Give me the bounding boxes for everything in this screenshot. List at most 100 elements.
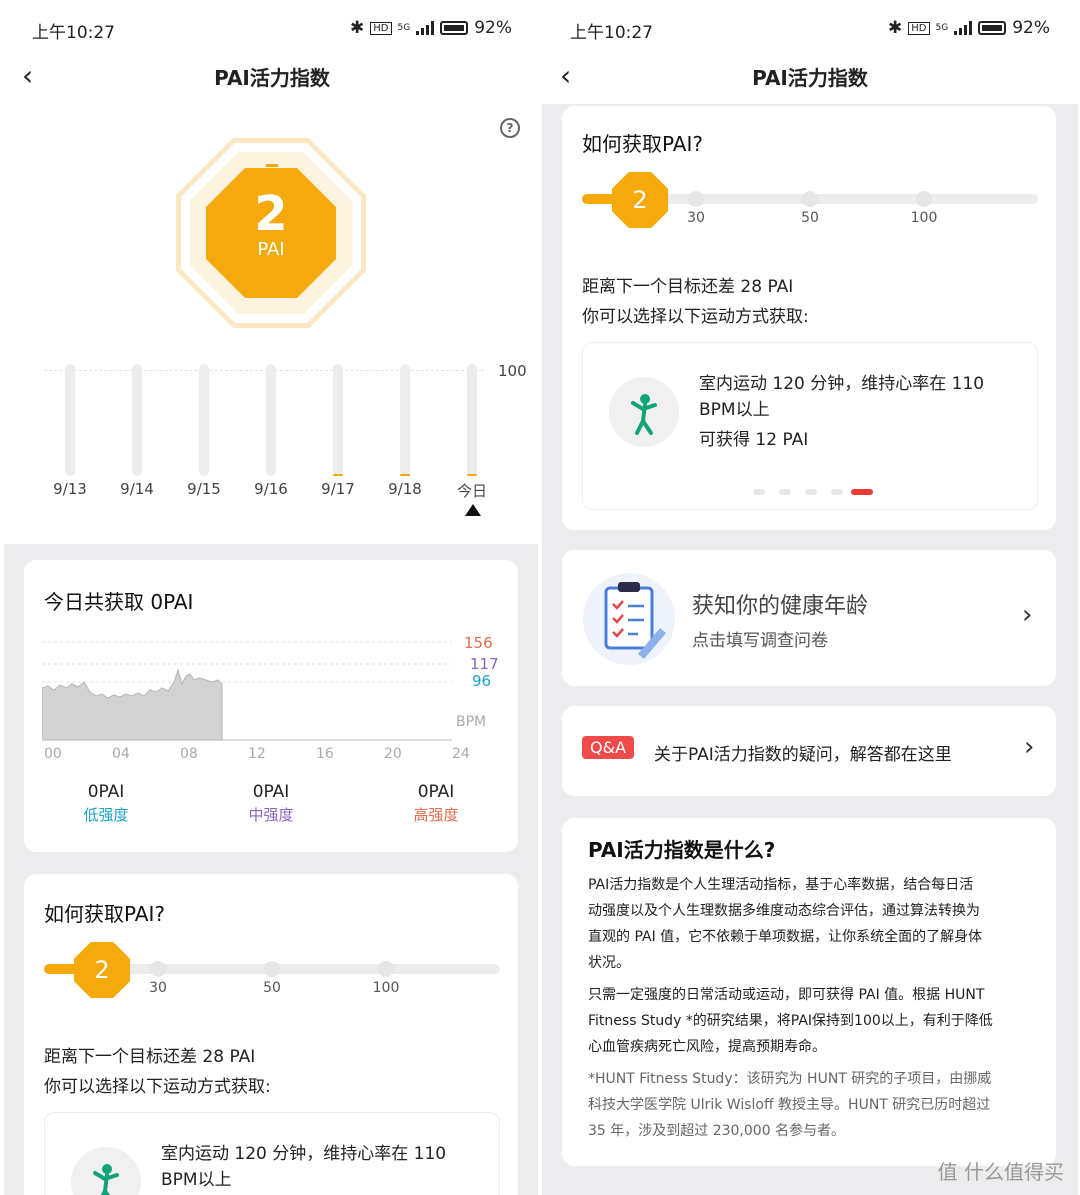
nav-bar: ‹ PAI活力指数 (4, 56, 540, 104)
status-bar: 上午10:27 ✱ HD 5G 92% (542, 0, 1078, 56)
day-bar[interactable] (132, 364, 142, 476)
what-footnote: *HUNT Fitness Study：该研究为 HUNT 研究的子项目，由挪威… (588, 1071, 992, 1139)
goal-gap-text: 距离下一个目标还差 28 PAI (44, 1047, 256, 1067)
day-label: 今日 (456, 482, 487, 500)
bpm-label: BPM (456, 714, 487, 730)
score-marker (266, 164, 278, 167)
chart-max-label: 100 (498, 362, 527, 380)
heart-rate-chart (42, 641, 452, 741)
day-bar[interactable] (199, 364, 209, 476)
pager-dot[interactable] (779, 489, 791, 495)
how-title: 如何获取PAI? (44, 902, 165, 926)
battery-level: 92% (1012, 18, 1050, 38)
hr-level-mid: 117 (470, 655, 499, 673)
day-bar[interactable] (65, 364, 75, 476)
health-age-card[interactable]: 获知你的健康年龄 点击填写调查问卷 › (562, 550, 1056, 686)
hd-icon: HD (908, 21, 930, 35)
qa-badge: Q&A (582, 736, 635, 759)
health-age-title: 获知你的健康年龄 (692, 594, 869, 619)
time-axis-label: 24 (452, 746, 470, 762)
exercise-avatar (71, 1147, 141, 1195)
chevron-right-icon[interactable]: › (1022, 600, 1032, 630)
day-label: 9/18 (388, 480, 422, 498)
pager-dot[interactable] (831, 489, 843, 495)
what-is-pai-card: PAI活力指数是什么? PAI活力指数是个人生理活动指标，基于心率数据，结合每日… (562, 818, 1056, 1166)
goal-gap-text: 距离下一个目标还差 28 PAI (582, 277, 794, 297)
day-label: 9/17 (321, 480, 355, 498)
current-pai-badge: 2 (612, 172, 668, 228)
chevron-right-icon[interactable]: › (1024, 732, 1034, 762)
watermark: 值 什么值得买 (937, 1160, 1064, 1184)
mid-intensity: 0PAI 中强度 (248, 782, 294, 824)
status-time: 上午10:27 (570, 23, 653, 43)
today-card: 今日共获取 0PAI 156 117 96 BPM 00 04 08 12 16 20 24… (24, 560, 518, 852)
battery-icon (440, 21, 469, 35)
low-intensity: 0PAI 低强度 (83, 782, 129, 824)
max-line (44, 370, 484, 371)
what-title: PAI活力指数是什么? (588, 838, 776, 862)
time-axis-label: 00 (44, 746, 62, 762)
nav-bar: ‹ PAI活力指数 (542, 56, 1078, 104)
right-screen: 上午10:27 ✱ HD 5G 92% ‹ PAI活力指数 如何获取PAI? 2… (542, 0, 1078, 1195)
day-bar[interactable] (266, 364, 276, 476)
time-axis-label: 04 (112, 746, 130, 762)
exercise-avatar (609, 377, 679, 447)
pai-hero: ? 2 PAI 100 9/13 9/14 9/15 9/16 9/17 9/18 今日 (4, 104, 540, 544)
method-hint: 你可以选择以下运动方式获取: (582, 307, 809, 327)
tip-text: 室内运动 120 分钟，维持心率在 110 BPM以上 (161, 1144, 447, 1190)
high-intensity: 0PAI 高强度 (413, 782, 459, 824)
battery-level: 92% (474, 18, 512, 38)
bluetooth-icon: ✱ (888, 18, 903, 38)
tip-text: 室内运动 120 分钟，维持心率在 110 BPM以上 可获得 12 PAI (699, 374, 985, 450)
time-axis-label: 08 (180, 746, 198, 762)
page-title: PAI活力指数 (752, 66, 868, 90)
time-axis-label: 20 (384, 746, 402, 762)
pager-dot[interactable] (805, 489, 817, 495)
signal-icon (954, 21, 973, 35)
network-label: 5G (935, 23, 949, 33)
current-pai-badge: 2 (74, 942, 130, 998)
day-bar-fill (333, 473, 343, 476)
qa-card[interactable]: Q&A 关于PAI活力指数的疑问，解答都在这里 › (562, 706, 1056, 796)
hr-level-low: 96 (472, 672, 492, 690)
day-bar-fill (400, 473, 410, 476)
left-screen: 上午10:27 ✱ HD 5G 92% ‹ PAI活力指数 ? 2 PAI 10… (4, 0, 540, 1195)
day-label: 9/15 (187, 480, 221, 498)
day-label: 9/13 (53, 480, 87, 498)
day-bar[interactable] (467, 364, 477, 476)
bluetooth-icon: ✱ (350, 18, 365, 38)
today-title: 今日共获取 0PAI (44, 590, 194, 614)
pai-score-unit: PAI (257, 239, 285, 260)
what-paragraph-1: PAI活力指数是个人生理活动指标，基于心率数据，结合每日活 动强度以及个人生理数… (588, 877, 983, 971)
what-paragraph-2: 只需一定强度的日常活动或运动，即可获得 PAI 值。根据 HUNT Fitnes… (588, 987, 993, 1055)
day-bar-fill (467, 473, 477, 476)
status-bar: 上午10:27 ✱ HD 5G 92% (4, 0, 540, 56)
how-card-left: 如何获取PAI? 2 30 50 100 距离下一个目标还差 28 PAI 你可… (24, 874, 518, 1195)
signal-icon (416, 21, 435, 35)
help-icon[interactable]: ? (500, 118, 520, 138)
pai-score-value: 2 (254, 186, 288, 242)
pager-dot[interactable] (753, 489, 765, 495)
time-axis-label: 16 (316, 746, 334, 762)
day-label: 9/16 (254, 480, 288, 498)
day-bar[interactable] (333, 364, 343, 476)
exercise-tip[interactable]: 室内运动 120 分钟，维持心率在 110 BPM以上 (44, 1112, 500, 1195)
how-title: 如何获取PAI? (582, 132, 703, 156)
battery-icon (978, 21, 1007, 35)
selected-day-indicator (465, 504, 481, 516)
how-card-right: 如何获取PAI? 2 30 50 100 距离下一个目标还差 28 PAI 你可… (562, 106, 1056, 530)
exercise-tip[interactable]: 室内运动 120 分钟，维持心率在 110 BPM以上 可获得 12 PAI (582, 342, 1038, 510)
network-label: 5G (397, 23, 411, 33)
hr-level-high: 156 (464, 634, 493, 652)
hd-icon: HD (370, 21, 392, 35)
health-age-subtitle: 点击填写调查问卷 (692, 631, 828, 651)
pager-dot-active[interactable] (851, 489, 873, 495)
time-axis-label: 12 (248, 746, 266, 762)
page-title: PAI活力指数 (214, 66, 330, 90)
status-time: 上午10:27 (32, 23, 115, 43)
method-hint: 你可以选择以下运动方式获取: (44, 1077, 271, 1097)
qa-text: 关于PAI活力指数的疑问，解答都在这里 (654, 745, 952, 765)
day-bar[interactable] (400, 364, 410, 476)
day-label: 9/14 (120, 480, 154, 498)
pai-score-badge: 2 PAI (176, 138, 366, 328)
